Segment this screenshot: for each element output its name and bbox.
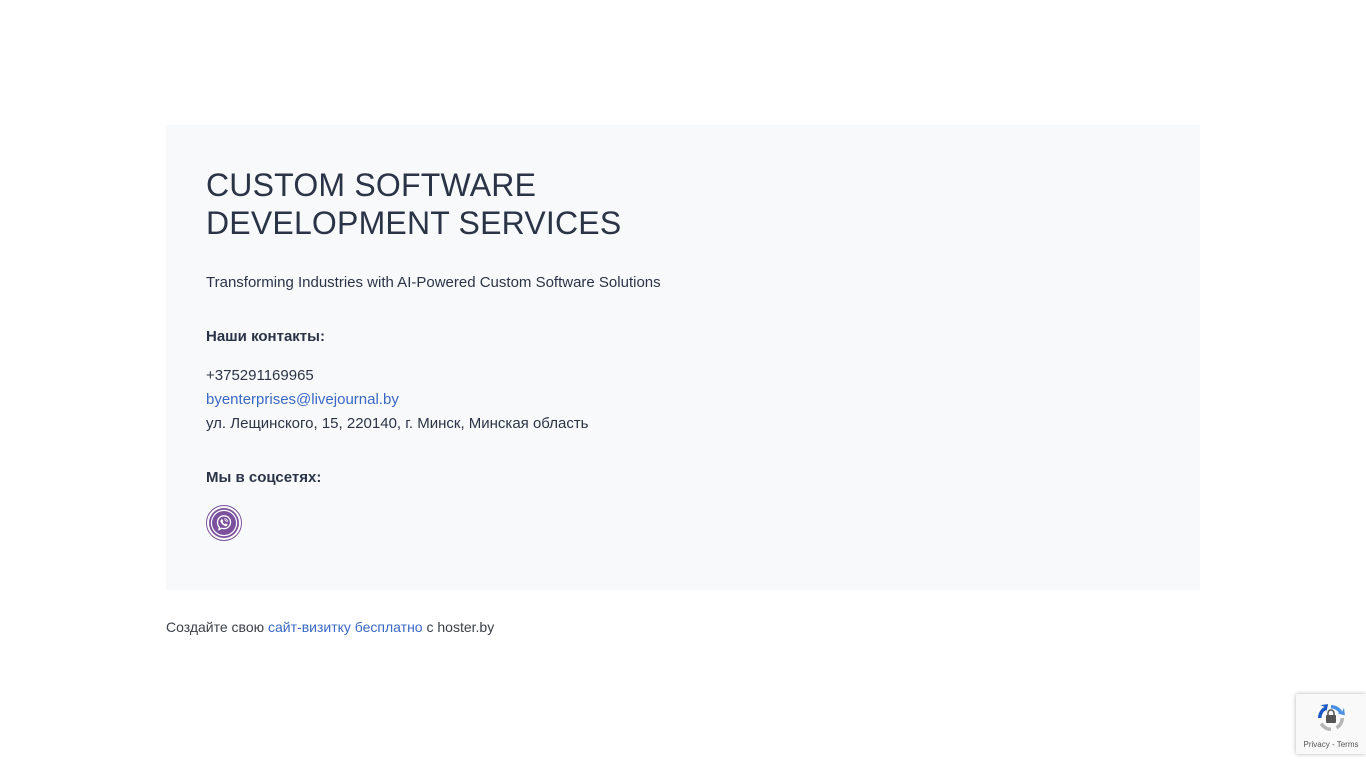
viber-icon[interactable] [206,505,242,541]
recaptcha-badge[interactable]: Privacy - Terms [1296,694,1366,754]
phone-number: +375291169965 [206,367,314,384]
recaptcha-links: Privacy - Terms [1303,740,1359,749]
business-card: CUSTOM SOFTWARE DEVELOPMENT SERVICES Tra… [166,125,1200,590]
address: ул. Лещинского, 15, 220140, г. Минск, Ми… [206,415,589,432]
footer-suffix: с hoster.by [426,619,495,635]
page-title: CUSTOM SOFTWARE DEVELOPMENT SERVICES [206,167,622,241]
viber-icon-graphic [206,505,242,541]
recaptcha-icon [1318,704,1345,731]
footer-prefix: Создайте свою [166,619,265,635]
page-subtitle: Transforming Industries with AI-Powered … [206,274,661,291]
contacts-heading: Наши контакты: [206,328,325,345]
footer: Создайте свою сайт-визитку бесплатно с h… [166,619,494,635]
email-link[interactable]: byenterprises@livejournal.by [206,391,399,409]
footer-link[interactable]: сайт-визитку бесплатно [268,619,423,635]
social-heading: Мы в соцсетях: [206,469,322,486]
